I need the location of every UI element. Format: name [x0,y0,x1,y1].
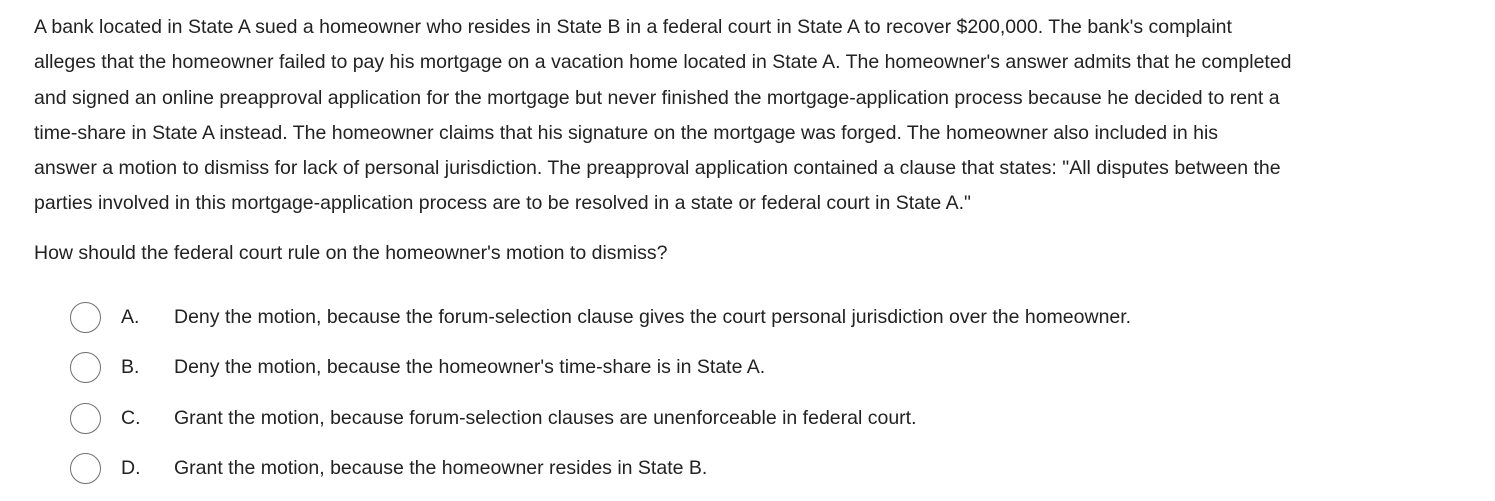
question-stem-line: and signed an online preapproval applica… [34,86,1280,109]
option-text[interactable]: Deny the motion, because the homeowner's… [174,350,765,385]
question-stem-line: alleges that the homeowner failed to pay… [34,51,1292,74]
radio-button[interactable] [70,302,101,333]
option-text[interactable]: Grant the motion, because forum-selectio… [174,401,917,436]
question-stem: A bank located in State A sued a homeown… [34,10,1474,222]
radio-button[interactable] [70,352,101,384]
option-letter: A. [121,306,140,328]
radio-button[interactable] [70,452,101,484]
option-letter: B. [121,356,140,379]
question-stem-line: answer a motion to dismiss for lack of p… [34,157,1281,180]
question-stem-line: parties involved in this mortgage-applic… [34,192,971,215]
option-letter: C. [121,406,141,429]
question-prompt: How should the federal court rule on the… [34,242,668,264]
radio-button[interactable] [70,402,101,434]
option-text[interactable]: Grant the motion, because the homeowner … [174,451,707,486]
option-text[interactable]: Deny the motion, because the forum-selec… [174,300,1131,335]
option-letter: D. [121,456,141,479]
question-stem-line: A bank located in State A sued a homeown… [34,16,1232,38]
question-stem-line: time-share in State A instead. The homeo… [34,121,1219,144]
